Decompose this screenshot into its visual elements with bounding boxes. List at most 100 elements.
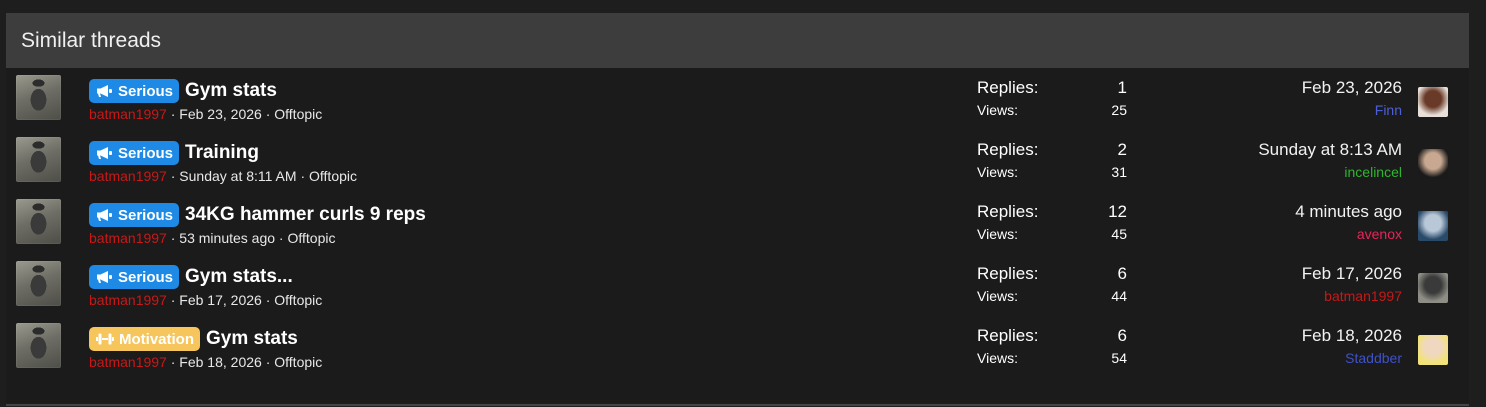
thread-title-link[interactable]: Training	[185, 142, 259, 164]
meta-separator: ·	[261, 106, 275, 122]
thread-title-link[interactable]: Gym stats	[185, 80, 277, 102]
thread-prefix-text: Serious	[118, 206, 174, 224]
thread-forum-link[interactable]: Offtopic	[274, 292, 322, 308]
last-poster-link[interactable]: Finn	[1302, 102, 1402, 118]
views-count: 31	[1111, 164, 1127, 180]
views-label: Views:	[977, 226, 1018, 242]
megaphone-icon	[96, 208, 113, 222]
megaphone-icon	[96, 84, 113, 98]
thread-row[interactable]: Serious Training batman1997 · Sunday at …	[6, 130, 1469, 192]
block-header: Similar threads	[6, 13, 1469, 68]
last-poster-link[interactable]: batman1997	[1302, 288, 1402, 304]
thread-stats: Replies: 6 Views: 54	[977, 326, 1127, 366]
last-post-info: 4 minutes ago avenox	[1295, 202, 1402, 242]
views-label: Views:	[977, 288, 1018, 304]
replies-count: 6	[1117, 264, 1127, 283]
thread-title-line: Serious Gym stats...	[89, 265, 293, 289]
thread-list: Serious Gym stats batman1997 · Feb 23, 2…	[6, 68, 1469, 378]
thread-start-date[interactable]: Feb 17, 2026	[179, 292, 262, 308]
replies-count: 1	[1117, 78, 1127, 97]
last-poster-avatar[interactable]	[1418, 273, 1448, 303]
thread-title-link[interactable]: 34KG hammer curls 9 reps	[185, 204, 426, 226]
views-count: 45	[1111, 226, 1127, 242]
thread-meta: batman1997 · 53 minutes ago · Offtopic	[89, 230, 335, 246]
starter-avatar[interactable]	[16, 137, 61, 182]
meta-separator: ·	[261, 292, 275, 308]
thread-author-link[interactable]: batman1997	[89, 354, 167, 370]
meta-separator: ·	[166, 354, 180, 370]
thread-title-line: Motivation Gym stats	[89, 327, 298, 351]
replies-label: Replies:	[977, 78, 1039, 97]
thread-title-link[interactable]: Gym stats...	[185, 266, 293, 288]
last-post-date[interactable]: 4 minutes ago	[1295, 202, 1402, 224]
last-poster-link[interactable]: incelincel	[1258, 164, 1402, 180]
replies-label: Replies:	[977, 326, 1039, 345]
thread-prefix-text: Motivation	[119, 330, 194, 348]
last-poster-avatar[interactable]	[1418, 87, 1448, 117]
thread-stats: Replies: 6 Views: 44	[977, 264, 1127, 304]
thread-forum-link[interactable]: Offtopic	[274, 354, 322, 370]
thread-author-link[interactable]: batman1997	[89, 230, 167, 246]
meta-separator: ·	[166, 230, 180, 246]
thread-prefix-label[interactable]: Motivation	[89, 327, 200, 351]
replies-count: 6	[1117, 326, 1127, 345]
block-title: Similar threads	[21, 28, 162, 52]
thread-start-date[interactable]: Feb 18, 2026	[179, 354, 262, 370]
thread-start-date[interactable]: Feb 23, 2026	[179, 106, 262, 122]
thread-row[interactable]: Motivation Gym stats batman1997 · Feb 18…	[6, 316, 1469, 378]
starter-avatar[interactable]	[16, 261, 61, 306]
starter-avatar[interactable]	[16, 75, 61, 120]
replies-label: Replies:	[977, 264, 1039, 283]
thread-stats: Replies: 2 Views: 31	[977, 140, 1127, 180]
replies-count: 12	[1108, 202, 1127, 221]
last-post-date[interactable]: Feb 17, 2026	[1302, 264, 1402, 286]
last-poster-avatar[interactable]	[1418, 211, 1448, 241]
thread-row[interactable]: Serious 34KG hammer curls 9 reps batman1…	[6, 192, 1469, 254]
views-label: Views:	[977, 350, 1018, 366]
thread-title-link[interactable]: Gym stats	[206, 328, 298, 350]
thread-start-date[interactable]: Sunday at 8:11 AM	[179, 168, 296, 184]
last-post-info: Feb 23, 2026 Finn	[1302, 78, 1402, 118]
thread-prefix-label[interactable]: Serious	[89, 79, 180, 103]
meta-separator: ·	[166, 292, 180, 308]
thread-author-link[interactable]: batman1997	[89, 106, 167, 122]
thread-prefix-label[interactable]: Serious	[89, 141, 180, 165]
views-label: Views:	[977, 102, 1018, 118]
thread-prefix-text: Serious	[118, 82, 174, 100]
dumbbell-icon	[96, 332, 114, 346]
views-label: Views:	[977, 164, 1018, 180]
views-count: 44	[1111, 288, 1127, 304]
last-post-info: Sunday at 8:13 AM incelincel	[1258, 140, 1402, 180]
megaphone-icon	[96, 270, 113, 284]
starter-avatar[interactable]	[16, 199, 61, 244]
thread-stats: Replies: 1 Views: 25	[977, 78, 1127, 118]
meta-separator: ·	[166, 106, 180, 122]
last-poster-avatar[interactable]	[1418, 149, 1448, 179]
last-poster-link[interactable]: Staddber	[1302, 350, 1402, 366]
last-post-date[interactable]: Feb 23, 2026	[1302, 78, 1402, 100]
similar-threads-block: Similar threads Serious Gym stats batman…	[6, 13, 1469, 403]
last-post-date[interactable]: Sunday at 8:13 AM	[1258, 140, 1402, 162]
thread-forum-link[interactable]: Offtopic	[274, 106, 322, 122]
thread-prefix-label[interactable]: Serious	[89, 203, 180, 227]
starter-avatar[interactable]	[16, 323, 61, 368]
thread-prefix-text: Serious	[118, 144, 174, 162]
thread-prefix-label[interactable]: Serious	[89, 265, 180, 289]
thread-forum-link[interactable]: Offtopic	[287, 230, 335, 246]
thread-author-link[interactable]: batman1997	[89, 292, 167, 308]
thread-row[interactable]: Serious Gym stats... batman1997 · Feb 17…	[6, 254, 1469, 316]
last-poster-link[interactable]: avenox	[1295, 226, 1402, 242]
thread-row[interactable]: Serious Gym stats batman1997 · Feb 23, 2…	[6, 68, 1469, 130]
thread-start-date[interactable]: 53 minutes ago	[179, 230, 275, 246]
thread-title-line: Serious 34KG hammer curls 9 reps	[89, 203, 426, 227]
thread-meta: batman1997 · Feb 18, 2026 · Offtopic	[89, 354, 322, 370]
thread-author-link[interactable]: batman1997	[89, 168, 167, 184]
last-post-date[interactable]: Feb 18, 2026	[1302, 326, 1402, 348]
views-count: 25	[1111, 102, 1127, 118]
divider	[6, 404, 1469, 406]
thread-forum-link[interactable]: Offtopic	[309, 168, 357, 184]
last-poster-avatar[interactable]	[1418, 335, 1448, 365]
meta-separator: ·	[261, 354, 275, 370]
thread-stats: Replies: 12 Views: 45	[977, 202, 1127, 242]
megaphone-icon	[96, 146, 113, 160]
